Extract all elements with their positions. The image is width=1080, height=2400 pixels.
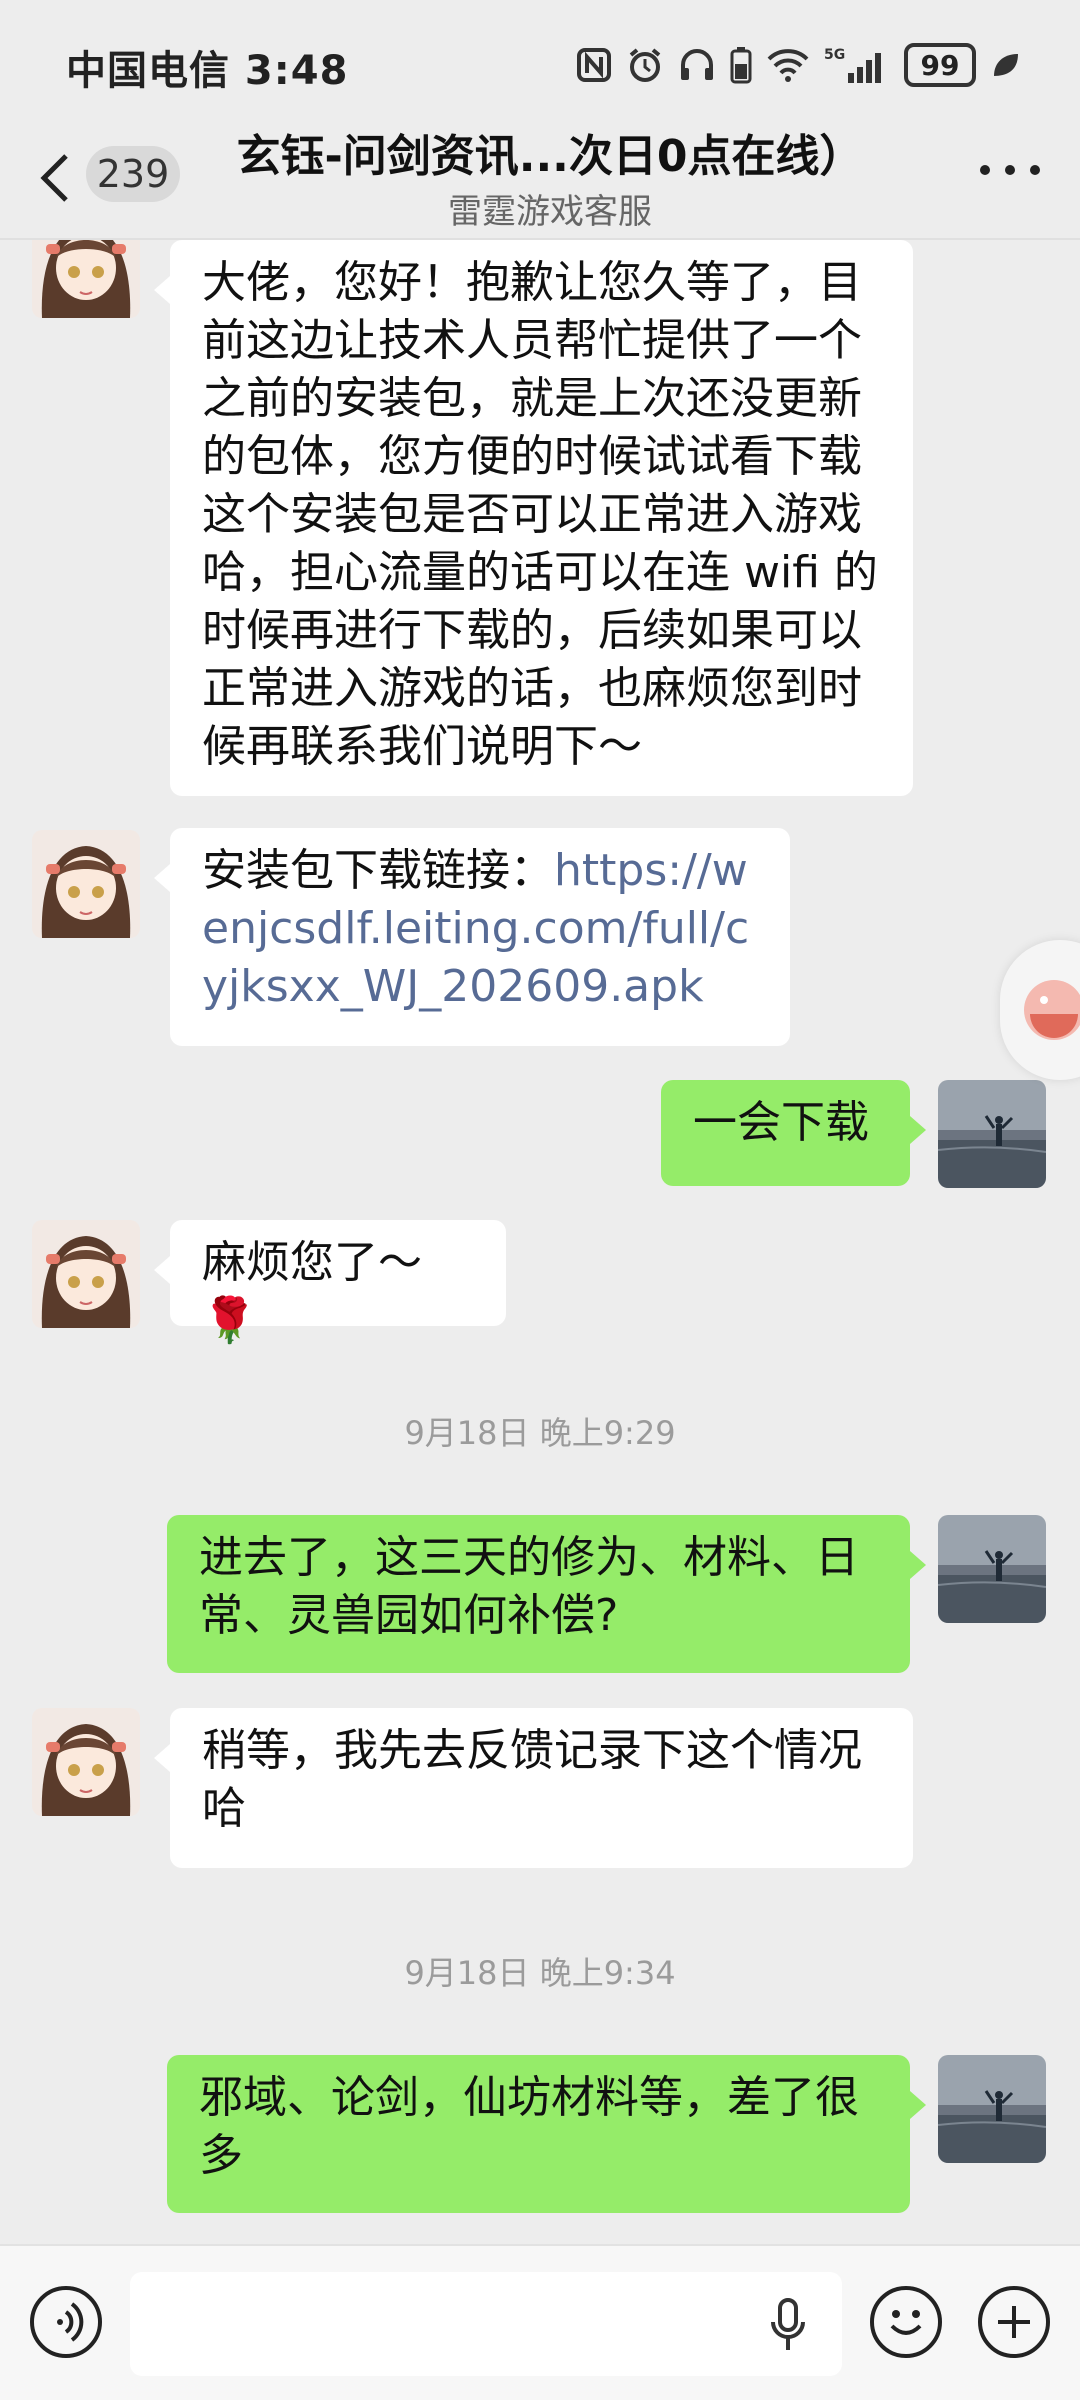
input-bar bbox=[0, 2244, 1080, 2400]
status-icons: 5G 99 bbox=[576, 40, 1020, 90]
agent-avatar[interactable] bbox=[32, 830, 140, 938]
battery-icon: 99 bbox=[904, 43, 976, 87]
agent-avatar[interactable] bbox=[32, 240, 140, 318]
user-avatar[interactable] bbox=[938, 1515, 1046, 1623]
message-bubble[interactable]: 进去了，这三天的修为、材料、日常、灵兽园如何补偿? bbox=[167, 1515, 926, 1673]
chevron-left-icon[interactable] bbox=[36, 148, 76, 208]
emoji-icon[interactable] bbox=[870, 2286, 942, 2358]
headphones-icon bbox=[678, 46, 716, 84]
unread-badge[interactable]: 239 bbox=[86, 146, 180, 202]
page-subtitle: 雷霆游戏客服 bbox=[448, 192, 652, 232]
timestamp: 9月18日 晚上9:29 bbox=[404, 1414, 676, 1452]
message-text: 进去了，这三天的修为、材料、日常、灵兽园如何补偿? bbox=[199, 1532, 859, 1641]
mic-icon[interactable] bbox=[770, 2298, 806, 2354]
chat-header: 239 玄钰-问剑资讯...次日0点在线） 雷霆游戏客服 bbox=[0, 110, 1080, 240]
message-bubble[interactable]: 邪域、论剑，仙坊材料等，差了很多 bbox=[167, 2055, 926, 2213]
agent-avatar[interactable] bbox=[32, 1220, 140, 1328]
voice-icon[interactable] bbox=[30, 2286, 102, 2358]
alarm-icon bbox=[626, 46, 664, 84]
nfc-icon bbox=[576, 47, 612, 83]
message-text: 麻烦您了～🌹 bbox=[202, 1237, 422, 1346]
message-text: 大佬，您好！抱歉让您久等了，目前这边让技术人员帮忙提供了一个之前的安装包，就是上… bbox=[202, 257, 878, 772]
message-bubble[interactable]: 一会下载 bbox=[661, 1080, 926, 1186]
message-bubble[interactable]: 麻烦您了～🌹 bbox=[154, 1220, 506, 1346]
page-title: 玄钰-问剑资讯...次日0点在线） bbox=[236, 131, 864, 182]
5g-signal-icon: 5G bbox=[824, 45, 890, 85]
user-avatar[interactable] bbox=[938, 2055, 1046, 2163]
timestamp: 9月18日 晚上9:34 bbox=[404, 1954, 676, 1992]
leaf-icon bbox=[990, 50, 1020, 80]
agent-avatar[interactable] bbox=[32, 1708, 140, 1816]
wifi-icon bbox=[766, 46, 810, 84]
message-text: 邪域、论剑，仙坊材料等，差了很多 bbox=[199, 2072, 859, 2181]
message-bubble[interactable]: 大佬，您好！抱歉让您久等了，目前这边让技术人员帮忙提供了一个之前的安装包，就是上… bbox=[154, 240, 913, 796]
user-avatar[interactable] bbox=[938, 1080, 1046, 1188]
carrier-time: 中国电信 3:48 bbox=[66, 48, 349, 94]
floating-widget-icon[interactable] bbox=[1000, 940, 1080, 1080]
message-text: 稍等，我先去反馈记录下这个情况哈 bbox=[202, 1725, 862, 1834]
message-text: 安装包下载链接： bbox=[202, 845, 554, 896]
svg-text:5G: 5G bbox=[824, 47, 845, 63]
message-list[interactable]: 大佬，您好！抱歉让您久等了，目前这边让技术人员帮忙提供了一个之前的安装包，就是上… bbox=[0, 240, 1080, 2244]
battery-saver-icon bbox=[730, 46, 752, 84]
more-dots-icon[interactable] bbox=[980, 160, 1040, 180]
message-input[interactable] bbox=[130, 2272, 842, 2376]
plus-icon[interactable] bbox=[978, 2286, 1050, 2358]
message-bubble[interactable]: 稍等，我先去反馈记录下这个情况哈 bbox=[154, 1708, 913, 1868]
message-bubble[interactable]: 安装包下载链接：https://wenjcsdlf.leiting.com/fu… bbox=[154, 828, 790, 1046]
message-text: 一会下载 bbox=[693, 1097, 869, 1148]
